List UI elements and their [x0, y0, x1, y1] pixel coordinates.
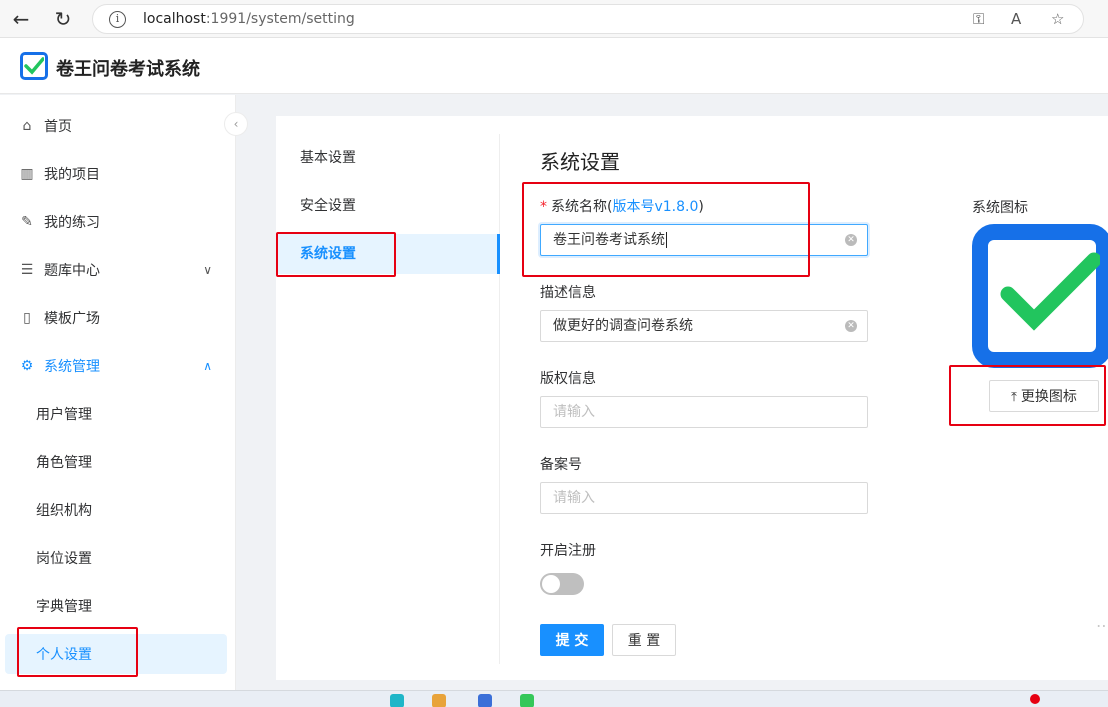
sidebar-item-label: 字典管理 [36, 599, 92, 615]
read-aloud-icon[interactable]: A [1011, 10, 1021, 28]
system-logo-icon [972, 224, 1108, 368]
settings-tab-nav: 基本设置 安全设置 系统设置 [276, 134, 500, 664]
app-header: 卷王问卷考试系统 [0, 38, 1108, 94]
description-input[interactable]: 做更好的调查问卷系统 ✕ [540, 310, 868, 342]
switch-knob [542, 575, 560, 593]
annotation-box-system-tab [276, 232, 396, 277]
edit-icon: ✎ [21, 214, 33, 230]
copyright-placeholder: 请输入 [553, 404, 595, 420]
clear-icon[interactable]: ✕ [845, 234, 857, 246]
database-icon: ☰ [20, 262, 34, 278]
address-bar[interactable]: i localhost:1991/system/setting ⚿ A ☆ [92, 4, 1084, 34]
system-icon-label: 系统图标 [972, 200, 1028, 216]
collapse-sidebar-icon[interactable]: ‹ [224, 112, 248, 136]
home-icon: ⌂ [22, 118, 32, 134]
sidebar-item-my-projects[interactable]: ▥ 我的项目 [0, 150, 236, 198]
chevron-up-icon: ∧ [203, 359, 212, 373]
sidebar-item-label: 首页 [44, 119, 72, 135]
taskbar-chat-icon[interactable] [520, 694, 534, 707]
sidebar-item-label: 题库中心 [44, 263, 100, 279]
sidebar-item-templates[interactable]: ▯ 模板广场 [0, 294, 236, 342]
faint-overlay-char: ⋯ [1096, 616, 1108, 635]
reset-button[interactable]: 重 置 [612, 624, 676, 656]
icp-placeholder: 请输入 [553, 490, 595, 506]
refresh-icon[interactable]: ↻ [50, 7, 76, 31]
register-label: 开启注册 [540, 543, 596, 559]
taskbar-folder-icon[interactable] [432, 694, 446, 707]
icp-label: 备案号 [540, 457, 582, 473]
taskbar-mail-icon[interactable] [478, 694, 492, 707]
url-text[interactable]: localhost:1991/system/setting [143, 11, 355, 27]
tab-basic-settings[interactable]: 基本设置 [276, 138, 500, 178]
sidebar-item-my-practice[interactable]: ✎ 我的练习 [0, 198, 236, 246]
app-logo-icon [20, 52, 48, 80]
browser-toolbar: ← ↻ i localhost:1991/system/setting ⚿ A … [0, 0, 1108, 38]
copyright-label: 版权信息 [540, 371, 596, 387]
url-host: localhost [143, 11, 206, 27]
register-switch[interactable] [540, 573, 584, 595]
annotation-box-system-name [522, 182, 810, 277]
favorite-star-icon[interactable]: ☆ [1051, 10, 1064, 28]
chevron-down-icon: ∨ [203, 263, 212, 277]
sidebar-item-system-management[interactable]: ⚙ 系统管理 ∧ [0, 342, 236, 390]
copyright-input[interactable]: 请输入 [540, 396, 868, 428]
sidebar-item-role-management[interactable]: 角色管理 [0, 438, 236, 486]
sidebar-item-question-bank[interactable]: ☰ 题库中心 ∨ [0, 246, 236, 294]
url-path: :1991/system/setting [205, 11, 355, 27]
taskbar [0, 690, 1108, 707]
sidebar-item-label: 组织机构 [36, 503, 92, 519]
clear-icon[interactable]: ✕ [845, 320, 857, 332]
sidebar-item-label: 角色管理 [36, 455, 92, 471]
notification-badge-icon[interactable] [1030, 694, 1040, 704]
icp-input[interactable]: 请输入 [540, 482, 868, 514]
taskbar-app-icon[interactable] [390, 694, 404, 707]
sidebar-item-dictionary[interactable]: 字典管理 [0, 582, 236, 630]
sidebar-item-organization[interactable]: 组织机构 [0, 486, 236, 534]
sidebar-item-positions[interactable]: 岗位设置 [0, 534, 236, 582]
sidebar-item-label: 岗位设置 [36, 551, 92, 567]
sidebar-item-label: 系统管理 [44, 359, 100, 375]
submit-button[interactable]: 提 交 [540, 624, 604, 656]
sidebar-item-label: 我的项目 [44, 167, 100, 183]
description-value: 做更好的调查问卷系统 [553, 318, 693, 334]
sidebar-item-label: 模板广场 [44, 311, 100, 327]
project-icon: ▥ [20, 166, 34, 182]
app-title: 卷王问卷考试系统 [56, 59, 200, 80]
gear-icon: ⚙ [20, 358, 34, 374]
sidebar-item-label: 用户管理 [36, 407, 92, 423]
back-arrow-icon[interactable]: ← [8, 7, 34, 31]
annotation-box-personal-settings [17, 627, 138, 677]
description-label: 描述信息 [540, 285, 596, 301]
key-icon[interactable]: ⚿ [973, 10, 984, 28]
sidebar-item-user-management[interactable]: 用户管理 [0, 390, 236, 438]
info-icon[interactable]: i [109, 11, 126, 28]
sidebar-item-home[interactable]: ⌂ 首页 [0, 102, 236, 150]
template-icon: ▯ [23, 310, 31, 326]
annotation-box-change-icon [949, 365, 1106, 426]
sidebar: ⌂ 首页 ▥ 我的项目 ✎ 我的练习 ☰ 题库中心 ∨ ▯ 模板广场 ⚙ 系统管… [0, 95, 236, 690]
section-title: 系统设置 [540, 150, 620, 174]
sidebar-item-label: 我的练习 [44, 215, 100, 231]
tab-security-settings[interactable]: 安全设置 [276, 186, 500, 226]
